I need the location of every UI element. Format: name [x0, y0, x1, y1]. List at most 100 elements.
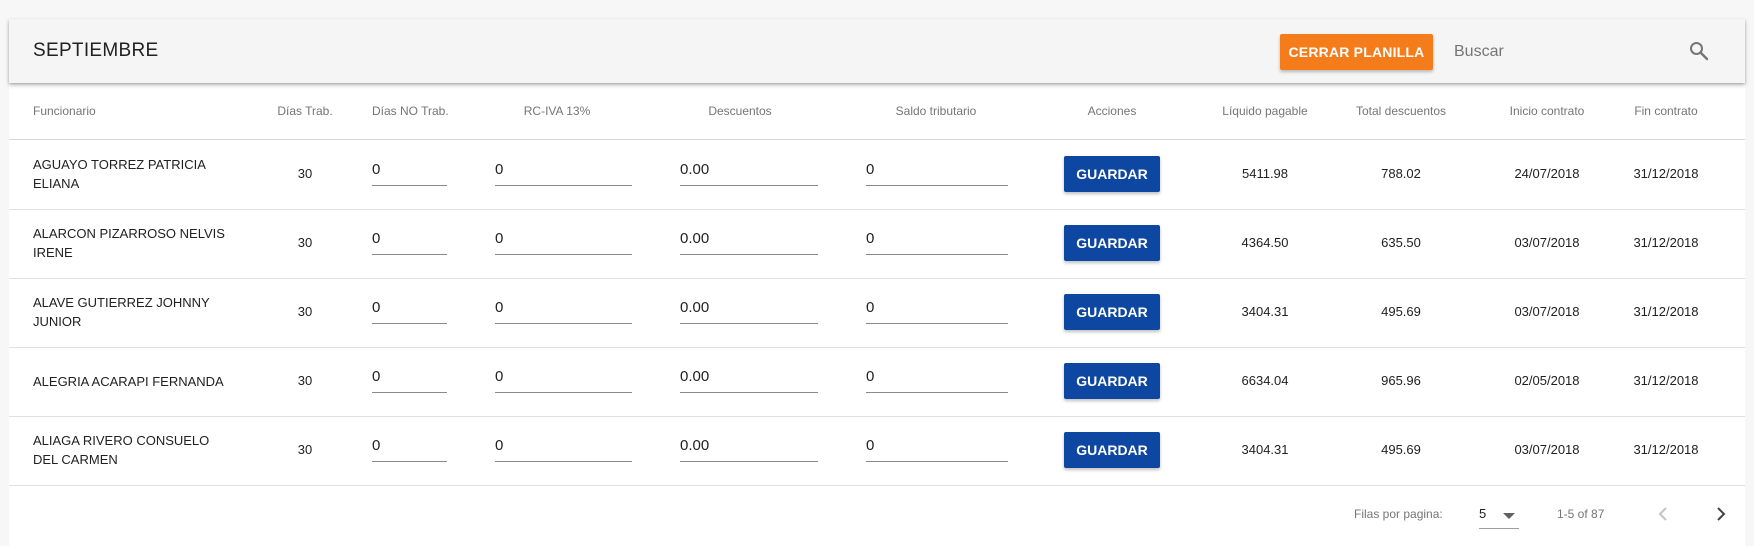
- descuentos-field: [680, 155, 818, 186]
- total-descuentos-value: 965.96: [1381, 373, 1421, 388]
- page-title: SEPTIEMBRE: [33, 40, 159, 61]
- descuentos-input[interactable]: [680, 155, 818, 183]
- descuentos-input[interactable]: [680, 362, 818, 390]
- total-descuentos-value: 495.69: [1381, 442, 1421, 457]
- chevron-left-icon[interactable]: [1651, 502, 1675, 526]
- column-header-dias-trab: Días Trab.: [277, 104, 333, 118]
- saldo-tributario-input[interactable]: [866, 431, 1008, 459]
- save-button[interactable]: GUARDAR: [1064, 363, 1160, 399]
- column-header-dias-no-trab: Días NO Trab.: [372, 104, 449, 118]
- rc-iva-field: [495, 224, 632, 255]
- column-header-acciones: Acciones: [1087, 104, 1137, 118]
- liquido-pagable-value: 5411.98: [1241, 166, 1289, 181]
- inicio-contrato-value: 02/05/2018: [1514, 373, 1580, 388]
- column-header-liquido-pagable: Líquido pagable: [1222, 104, 1308, 118]
- descuentos-input[interactable]: [680, 431, 818, 459]
- total-descuentos-value: 788.02: [1381, 166, 1421, 181]
- column-header-descuentos: Descuentos: [708, 104, 772, 118]
- descuentos-field: [680, 431, 818, 462]
- total-descuentos-value: 635.50: [1381, 235, 1421, 250]
- dias-no-trab-input[interactable]: [372, 293, 447, 321]
- inicio-contrato-value: 24/07/2018: [1514, 166, 1580, 181]
- employee-name: ALIAGA RIVERO CONSUELO DEL CARMEN: [33, 433, 210, 467]
- rc-iva-field: [495, 155, 632, 186]
- total-descuentos-value: 495.69: [1381, 304, 1421, 319]
- search-icon[interactable]: [1687, 39, 1711, 63]
- descuentos-field: [680, 224, 818, 255]
- dias-no-trab-field: [372, 362, 447, 393]
- rc-iva-input[interactable]: [495, 224, 632, 252]
- dias-no-trab-field: [372, 155, 447, 186]
- inicio-contrato-value: 03/07/2018: [1514, 304, 1580, 319]
- chevron-right-icon[interactable]: [1709, 502, 1733, 526]
- rc-iva-input[interactable]: [495, 293, 632, 321]
- saldo-tributario-field: [866, 155, 1008, 186]
- descuentos-input[interactable]: [680, 224, 818, 252]
- fin-contrato-value: 31/12/2018: [1633, 235, 1699, 250]
- saldo-tributario-input[interactable]: [866, 362, 1008, 390]
- column-header-saldo-tributario: Saldo tributario: [895, 104, 977, 118]
- rc-iva-field: [495, 431, 632, 462]
- descuentos-field: [680, 362, 818, 393]
- dias-no-trab-field: [372, 293, 447, 324]
- fin-contrato-value: 31/12/2018: [1633, 304, 1699, 319]
- dias-trab-value: 30: [297, 373, 313, 388]
- descuentos-field: [680, 293, 818, 324]
- dias-trab-value: 30: [297, 442, 313, 457]
- table-row: ALIAGA RIVERO CONSUELO DEL CARMEN 30 GUA…: [9, 416, 1745, 486]
- rows-per-page-label: Filas por pagina:: [1354, 507, 1443, 521]
- dias-no-trab-field: [372, 224, 447, 255]
- saldo-tributario-field: [866, 293, 1008, 324]
- dias-trab-value: 30: [297, 304, 313, 319]
- employee-name: ALEGRIA ACARAPI FERNANDA: [33, 374, 224, 389]
- dias-no-trab-input[interactable]: [372, 431, 447, 459]
- column-header-total-descuentos: Total descuentos: [1355, 104, 1447, 118]
- save-button[interactable]: GUARDAR: [1064, 225, 1160, 261]
- search-input[interactable]: [1452, 37, 1676, 67]
- table-row: AGUAYO TORREZ PATRICIA ELIANA 30 GUARDAR…: [9, 140, 1745, 210]
- liquido-pagable-value: 3404.31: [1241, 304, 1289, 319]
- rc-iva-input[interactable]: [495, 431, 632, 459]
- column-header-fin-contrato: Fin contrato: [1634, 104, 1698, 118]
- payroll-card: SEPTIEMBRE CERRAR PLANILLA Funcionario D…: [9, 19, 1745, 546]
- saldo-tributario-field: [866, 224, 1008, 255]
- saldo-tributario-input[interactable]: [866, 155, 1008, 183]
- inicio-contrato-value: 03/07/2018: [1514, 442, 1580, 457]
- dias-trab-value: 30: [297, 235, 313, 250]
- dias-no-trab-input[interactable]: [372, 224, 447, 252]
- dias-no-trab-input[interactable]: [372, 155, 447, 183]
- employee-name: AGUAYO TORREZ PATRICIA ELIANA: [33, 157, 206, 191]
- save-button[interactable]: GUARDAR: [1064, 432, 1160, 468]
- fin-contrato-value: 31/12/2018: [1633, 166, 1699, 181]
- rc-iva-field: [495, 293, 632, 324]
- saldo-tributario-field: [866, 431, 1008, 462]
- rows-per-page-value: 5: [1479, 506, 1487, 521]
- close-payroll-button[interactable]: CERRAR PLANILLA: [1280, 34, 1433, 70]
- save-button[interactable]: GUARDAR: [1064, 294, 1160, 330]
- saldo-tributario-input[interactable]: [866, 293, 1008, 321]
- rows-per-page-select[interactable]: 5: [1479, 502, 1519, 529]
- liquido-pagable-value: 3404.31: [1241, 442, 1289, 457]
- employee-name: ALARCON PIZARROSO NELVIS IRENE: [33, 226, 225, 260]
- liquido-pagable-value: 4364.50: [1241, 235, 1289, 250]
- fin-contrato-value: 31/12/2018: [1633, 373, 1699, 388]
- dias-trab-value: 30: [297, 166, 313, 181]
- dias-no-trab-field: [372, 431, 447, 462]
- rc-iva-field: [495, 362, 632, 393]
- dropdown-arrow-icon: [1503, 513, 1515, 519]
- save-button[interactable]: GUARDAR: [1064, 156, 1160, 192]
- page-range: 1-5 of 87: [1557, 507, 1605, 521]
- table-row: ALAVE GUTIERREZ JOHNNY JUNIOR 30 GUARDAR…: [9, 278, 1745, 348]
- toolbar: SEPTIEMBRE CERRAR PLANILLA: [9, 19, 1745, 83]
- liquido-pagable-value: 6634.04: [1241, 373, 1289, 388]
- column-header-funcionario: Funcionario: [33, 104, 96, 118]
- inicio-contrato-value: 03/07/2018: [1514, 235, 1580, 250]
- descuentos-input[interactable]: [680, 293, 818, 321]
- saldo-tributario-input[interactable]: [866, 224, 1008, 252]
- employee-name: ALAVE GUTIERREZ JOHNNY JUNIOR: [33, 295, 210, 329]
- rc-iva-input[interactable]: [495, 362, 632, 390]
- rc-iva-input[interactable]: [495, 155, 632, 183]
- dias-no-trab-input[interactable]: [372, 362, 447, 390]
- table-row: ALARCON PIZARROSO NELVIS IRENE 30 GUARDA…: [9, 209, 1745, 279]
- table-row: ALEGRIA ACARAPI FERNANDA 30 GUARDAR 6634…: [9, 347, 1745, 417]
